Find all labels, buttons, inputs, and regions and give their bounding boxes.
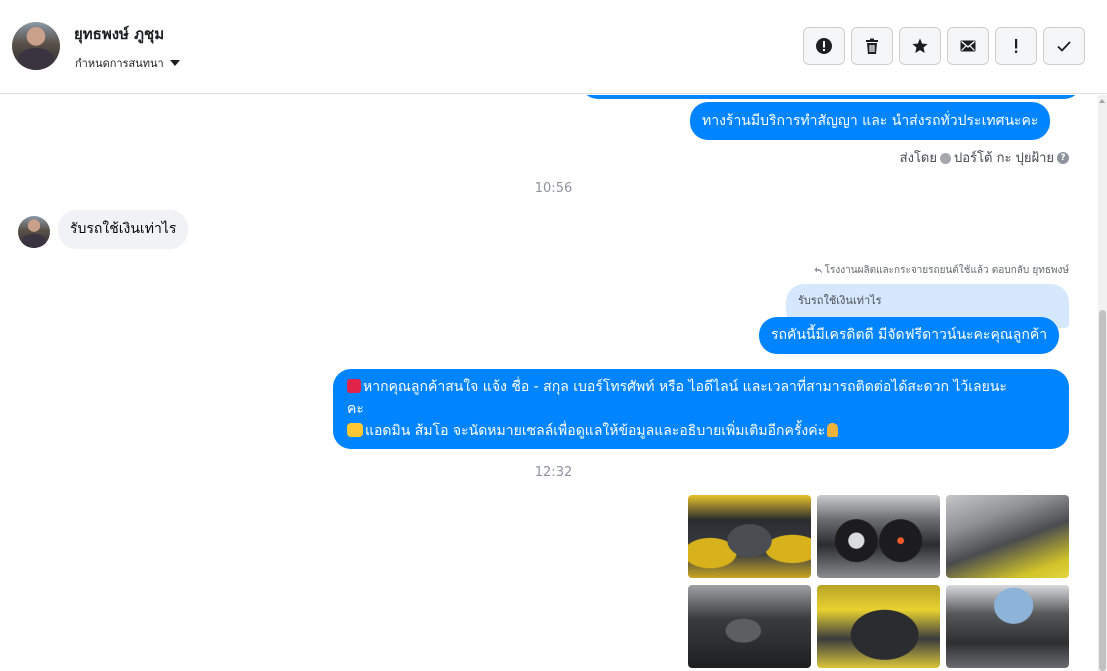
reply-header: โรงงานผลิตและกระจายรถยนต์ใช้แล้ว ตอบกลับ…: [814, 263, 1069, 278]
message-line-3: แอดมิน ส้มโอ จะนัดหมายเซลล์เพื่อดูแลให้ข…: [365, 423, 826, 439]
trash-icon: [866, 38, 878, 54]
reply-arrow-icon: [814, 267, 822, 274]
photo-gear-shifter[interactable]: [688, 585, 811, 668]
photo-dashboard[interactable]: [946, 585, 1069, 668]
photo-instrument-cluster[interactable]: [817, 495, 940, 578]
photo-rear-seats[interactable]: [817, 585, 940, 668]
incoming-message[interactable]: รับรถใช้เงินเท่าไร: [58, 210, 189, 249]
conversation-settings-label: กำหนดการสนทนา: [75, 57, 164, 70]
reply-header-text: โรงงานผลิตและกระจายรถยนต์ใช้แล้ว ตอบกลับ…: [824, 265, 1069, 276]
message-thread: ทางร้านมีบริการทำสัญญา และ นำส่งรถทั่วปร…: [0, 95, 1098, 671]
conversation-header: ยุทธพงษ์ ภูชุม กำหนดการสนทนา: [0, 0, 1107, 94]
people-emoji-icon: [347, 423, 363, 437]
follow-up-button[interactable]: [995, 27, 1037, 65]
contact-avatar[interactable]: [12, 22, 60, 70]
contact-name[interactable]: ยุทธพงษ์ ภูชุม: [74, 22, 164, 46]
message-line-1: หากคุณลูกค้าสนใจ แจ้ง ชื่อ - สกุล เบอร์โ…: [363, 379, 1007, 395]
timestamp: 10:56: [534, 181, 573, 196]
message-text: รถคันนี้มีเครดิตดี มีจัดฟรีดาวน์นะคะคุณล…: [771, 327, 1048, 343]
check-icon: [1057, 41, 1071, 52]
star-button[interactable]: [899, 27, 941, 65]
telephone-emoji-icon: [347, 379, 361, 393]
scroll-up-arrow-icon[interactable]: [1099, 99, 1105, 103]
photo-grid: [688, 495, 1069, 668]
timestamp: 12:32: [534, 465, 573, 480]
exclamation-icon: [1015, 39, 1018, 53]
pray-emoji-icon: [827, 423, 839, 437]
conversation-settings-dropdown[interactable]: กำหนดการสนทนา: [75, 54, 180, 72]
thread-scrollbar[interactable]: [1098, 95, 1107, 671]
quoted-text: รับรถใช้เงินเท่าไร: [798, 294, 882, 307]
message-text: ทางร้านมีบริการทำสัญญา และ นำส่งรถทั่วปร…: [702, 113, 1039, 129]
photo-engine-bay[interactable]: [688, 495, 811, 578]
message-line-2: คะ: [347, 401, 364, 417]
sent-by-name[interactable]: ปอร์โต้ กะ ปุยฝ้าย: [954, 147, 1054, 168]
delete-button[interactable]: [851, 27, 893, 65]
mark-unread-button[interactable]: [947, 27, 989, 65]
photo-door-panel[interactable]: [946, 495, 1069, 578]
scrollbar-thumb[interactable]: [1099, 310, 1106, 671]
star-icon: [912, 38, 928, 53]
outgoing-message[interactable]: ทางร้านมีบริการทำสัญญา และ นำส่งรถทั่วปร…: [690, 102, 1051, 140]
envelope-icon: [960, 40, 976, 52]
verified-icon: [940, 153, 951, 164]
action-toolbar: [803, 27, 1085, 65]
alert-circle-icon: [816, 38, 832, 54]
message-line: หากคุณลูกค้าสนใจ แจ้ง ชื่อ - สกุล เบอร์โ…: [347, 376, 1055, 398]
sender-avatar[interactable]: [18, 216, 50, 248]
help-icon[interactable]: ?: [1057, 151, 1069, 164]
caret-down-icon: [169, 60, 180, 66]
spam-alert-button[interactable]: [803, 27, 845, 65]
sent-by-prefix: ส่งโดย: [899, 151, 937, 166]
message-text: รับรถใช้เงินเท่าไร: [70, 221, 177, 237]
sent-by-info: ส่งโดย ปอร์โต้ กะ ปุยฝ้าย ?: [900, 147, 1069, 168]
mark-done-button[interactable]: [1043, 27, 1085, 65]
outgoing-reply-message[interactable]: รถคันนี้มีเครดิตดี มีจัดฟรีดาวน์นะคะคุณล…: [759, 317, 1060, 354]
outgoing-message-long[interactable]: หากคุณลูกค้าสนใจ แจ้ง ชื่อ - สกุล เบอร์โ…: [333, 369, 1069, 449]
message-line: แอดมิน ส้มโอ จะนัดหมายเซลล์เพื่อดูแลให้ข…: [347, 420, 1055, 442]
previous-message-bubble: [580, 95, 1082, 99]
